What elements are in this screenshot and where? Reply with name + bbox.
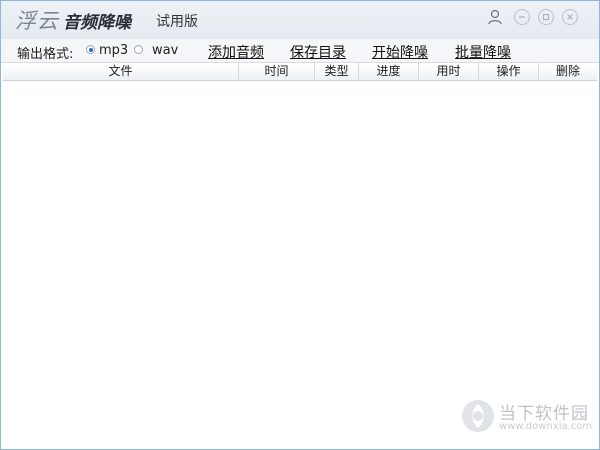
maximize-button[interactable] xyxy=(538,9,554,25)
watermark-logo-icon xyxy=(462,400,494,432)
column-header-delete[interactable]: 删除 xyxy=(539,63,597,80)
title-bar[interactable]: 浮云 音频降噪 试用版 xyxy=(1,1,599,39)
close-icon xyxy=(567,14,573,20)
start-denoise-button[interactable]: 开始降噪 xyxy=(372,42,428,62)
file-table-header: 文件 时间 类型 进度 用时 操作 删除 xyxy=(3,63,597,81)
output-format-label: 输出格式: xyxy=(17,47,74,62)
column-header-type[interactable]: 类型 xyxy=(315,63,359,80)
maximize-icon xyxy=(542,13,550,21)
minimize-button[interactable] xyxy=(514,9,530,25)
column-header-elapsed[interactable]: 用时 xyxy=(419,63,479,80)
save-directory-button[interactable]: 保存目录 xyxy=(290,42,346,62)
watermark-url: www.downxia.com xyxy=(499,421,593,432)
app-window: 浮云 音频降噪 试用版 输出格式: mp3 wav 添加音频 保存目录 开始降噪… xyxy=(0,0,600,450)
format-radio-mp3-label[interactable]: mp3 xyxy=(99,43,128,58)
add-audio-button[interactable]: 添加音频 xyxy=(208,42,264,62)
product-name: 音频降噪 xyxy=(63,13,131,33)
close-button[interactable] xyxy=(562,9,578,25)
file-list[interactable] xyxy=(3,81,597,447)
format-radio-mp3[interactable] xyxy=(86,45,95,54)
batch-denoise-button[interactable]: 批量降噪 xyxy=(455,42,511,62)
watermark: 当下软件园 www.downxia.com xyxy=(461,397,593,437)
format-radio-wav-label[interactable]: wav xyxy=(152,43,178,58)
column-header-file[interactable]: 文件 xyxy=(3,63,239,80)
format-radio-wav[interactable] xyxy=(134,45,143,54)
brand-logo-text: 浮云 xyxy=(15,9,59,33)
column-header-time[interactable]: 时间 xyxy=(239,63,315,80)
edition-label: 试用版 xyxy=(156,14,198,30)
toolbar: 输出格式: mp3 wav 添加音频 保存目录 开始降噪 批量降噪 xyxy=(1,39,599,63)
minimize-icon xyxy=(519,16,525,18)
column-header-progress[interactable]: 进度 xyxy=(359,63,419,80)
user-icon[interactable] xyxy=(487,9,503,25)
column-header-actions[interactable]: 操作 xyxy=(479,63,539,80)
